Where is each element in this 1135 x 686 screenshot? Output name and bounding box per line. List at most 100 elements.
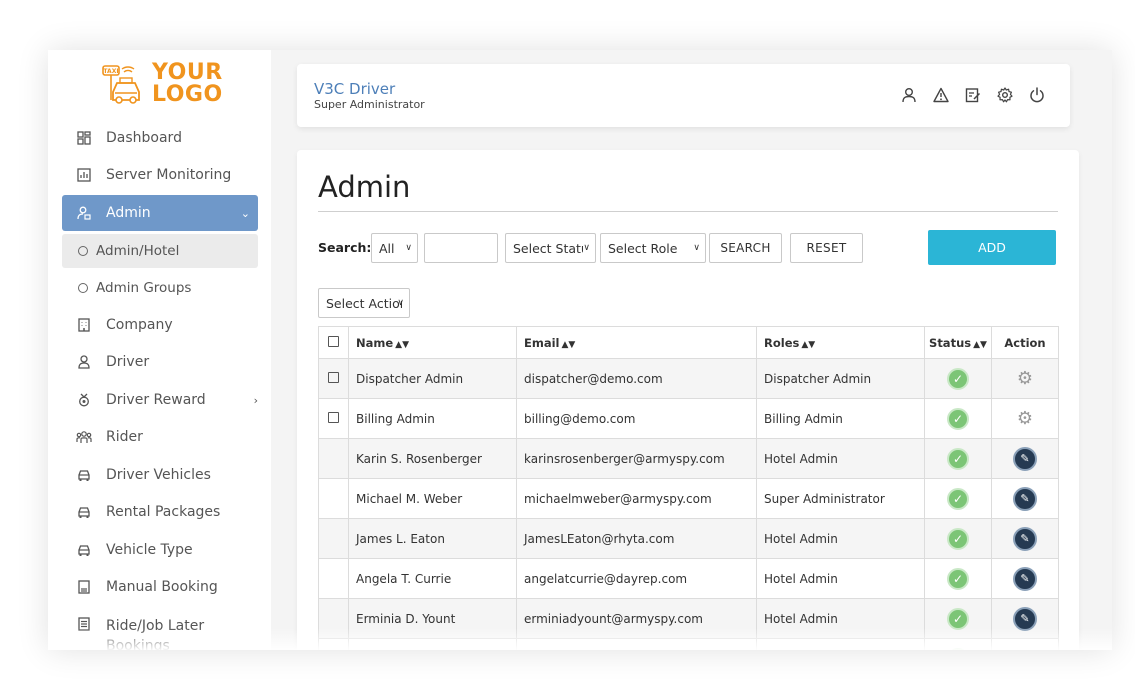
- sidebar-item-label: Driver Reward: [106, 392, 206, 408]
- sort-icon: ▲▼: [973, 339, 987, 350]
- active-status-icon[interactable]: ✓: [947, 367, 969, 390]
- sidebar-item-rider[interactable]: Rider: [62, 419, 258, 455]
- chevron-down-icon: ∨: [405, 243, 412, 253]
- divider: [318, 211, 1058, 212]
- group-icon: [76, 429, 92, 445]
- sidebar-item-label: Admin: [106, 205, 151, 221]
- car-icon: [76, 542, 92, 558]
- sidebar-item-driver-vehicles[interactable]: Driver Vehicles: [62, 457, 258, 493]
- sidebar-item-manual-booking[interactable]: Manual Booking: [62, 569, 258, 605]
- column-label: Status: [929, 335, 972, 350]
- chevron-down-icon: ∨: [397, 298, 404, 308]
- active-status-icon[interactable]: ✓: [947, 607, 969, 630]
- sidebar: TAXI YOUR LOGO Dashboard Server Monitori…: [48, 50, 271, 650]
- power-icon[interactable]: [1028, 86, 1046, 104]
- search-field-value: All: [379, 240, 395, 256]
- sidebar-item-label: Driver: [106, 354, 150, 370]
- row-email: billing@demo.com: [516, 398, 757, 439]
- row-name: Karin S. Rosenberger: [348, 438, 517, 479]
- table-row: Billing Admin billing@demo.com Billing Adm…: [318, 398, 1059, 439]
- column-header-email[interactable]: Email ▲▼: [516, 326, 757, 359]
- row-select-cell: [318, 398, 349, 439]
- row-email: karinsrosenberger@armyspy.com: [516, 438, 757, 479]
- sidebar-item-label: Driver Vehicles: [106, 467, 211, 483]
- column-header-action: Action: [991, 326, 1059, 359]
- warning-icon[interactable]: [932, 86, 950, 104]
- table-row: James L. Eaton JamesLEaton@rhyta.com Hotel…: [318, 518, 1059, 559]
- taxi-logo-icon: TAXI: [102, 65, 140, 104]
- select-all-checkbox[interactable]: [328, 335, 339, 347]
- row-select-cell: [318, 438, 349, 479]
- active-status-icon[interactable]: ✓: [947, 567, 969, 590]
- column-header-status[interactable]: Status ▲▼: [924, 326, 992, 359]
- row-status-cell: ✓: [924, 358, 992, 399]
- medal-icon: [76, 392, 92, 408]
- sort-icon: ▲▼: [561, 339, 576, 350]
- sidebar-item-label: Admin/Hotel: [96, 243, 180, 259]
- sidebar-item-admin[interactable]: Admin ⌄: [62, 195, 258, 231]
- sidebar-item-rental-packages[interactable]: Rental Packages: [62, 494, 258, 530]
- role-select[interactable]: Select Role ∨: [600, 233, 706, 263]
- app-window: TAXI YOUR LOGO Dashboard Server Monitori…: [48, 50, 1112, 650]
- sidebar-item-label: Admin Groups: [96, 280, 192, 296]
- table-body: Dispatcher Admin dispatcher@demo.com Dispa…: [318, 358, 1059, 650]
- sidebar-item-driver-reward[interactable]: Driver Reward ›: [62, 382, 258, 418]
- sidebar-item-admin-hotel[interactable]: Admin/Hotel: [62, 234, 258, 268]
- active-status-icon[interactable]: ✓: [947, 527, 969, 550]
- edit-icon[interactable]: ✎: [1013, 606, 1037, 631]
- column-label: Roles: [764, 335, 800, 350]
- row-email: angelatcurrie@dayrep.com: [516, 558, 757, 599]
- user-lock-icon: [76, 205, 92, 221]
- column-label: Email: [524, 335, 560, 350]
- active-status-icon[interactable]: ✓: [947, 487, 969, 510]
- reset-button[interactable]: RESET: [790, 233, 863, 263]
- edit-icon[interactable]: ✎: [1013, 486, 1037, 511]
- row-checkbox[interactable]: [328, 411, 339, 423]
- sidebar-item-server-monitoring[interactable]: Server Monitoring: [62, 157, 258, 193]
- role-select-value: Select Role: [608, 240, 678, 256]
- search-input[interactable]: [424, 233, 498, 263]
- row-checkbox[interactable]: [328, 371, 339, 383]
- sidebar-item-label: Vehicle Type: [106, 542, 193, 558]
- search-field-select[interactable]: All ∨: [371, 233, 418, 263]
- sidebar-item-label: Company: [106, 317, 173, 333]
- sidebar-item-label: Rental Packages: [106, 504, 221, 520]
- sort-icon: ▲▼: [395, 339, 410, 350]
- row-action-cell: ✎: [991, 478, 1059, 519]
- notes-icon[interactable]: [964, 86, 982, 104]
- column-header-name[interactable]: Name ▲▼: [348, 326, 517, 359]
- profile-icon[interactable]: [900, 86, 918, 104]
- logo: TAXI YOUR LOGO: [100, 62, 230, 110]
- table-row: Angela T. Currie angelatcurrie@dayrep.com…: [318, 558, 1059, 599]
- sidebar-item-driver[interactable]: Driver: [62, 344, 258, 380]
- gear-icon[interactable]: ⚙: [1014, 368, 1036, 390]
- admin-table: Name ▲▼ Email ▲▼ Roles ▲▼ Status ▲▼ Action D…: [318, 326, 1059, 650]
- sidebar-item-dashboard[interactable]: Dashboard: [62, 120, 258, 156]
- row-email: JamesLEaton@rhyta.com: [516, 518, 757, 559]
- logo-text: YOUR LOGO: [152, 62, 223, 106]
- row-status-cell: ✓: [924, 438, 992, 479]
- column-header-roles[interactable]: Roles ▲▼: [756, 326, 925, 359]
- chevron-down-icon: ∨: [693, 243, 700, 253]
- settings-icon[interactable]: [996, 86, 1014, 104]
- active-status-icon[interactable]: ✓: [947, 447, 969, 470]
- row-role: Super Administrator: [756, 478, 925, 519]
- active-status-icon[interactable]: ✓: [947, 407, 969, 430]
- bulk-action-select[interactable]: Select Action ∨: [318, 288, 410, 318]
- chevron-down-icon: ∨: [583, 243, 590, 253]
- row-name: Dispatcher Admin: [348, 358, 517, 399]
- add-button[interactable]: ADD: [928, 230, 1056, 265]
- circle-icon: [78, 246, 88, 256]
- sidebar-item-vehicle-type[interactable]: Vehicle Type: [62, 532, 258, 568]
- sidebar-item-admin-groups[interactable]: Admin Groups: [62, 271, 258, 305]
- circle-icon: [78, 283, 88, 293]
- status-select[interactable]: Select Status ∨: [505, 233, 596, 263]
- edit-icon[interactable]: ✎: [1013, 526, 1037, 551]
- search-button[interactable]: SEARCH: [709, 233, 782, 263]
- edit-icon[interactable]: ✎: [1013, 446, 1037, 471]
- sort-icon: ▲▼: [801, 339, 816, 350]
- sidebar-item-company[interactable]: Company: [62, 307, 258, 343]
- table-row: Michael M. Weber michaelmweber@armyspy.co…: [318, 478, 1059, 519]
- edit-icon[interactable]: ✎: [1013, 566, 1037, 591]
- gear-icon[interactable]: ⚙: [1014, 408, 1036, 430]
